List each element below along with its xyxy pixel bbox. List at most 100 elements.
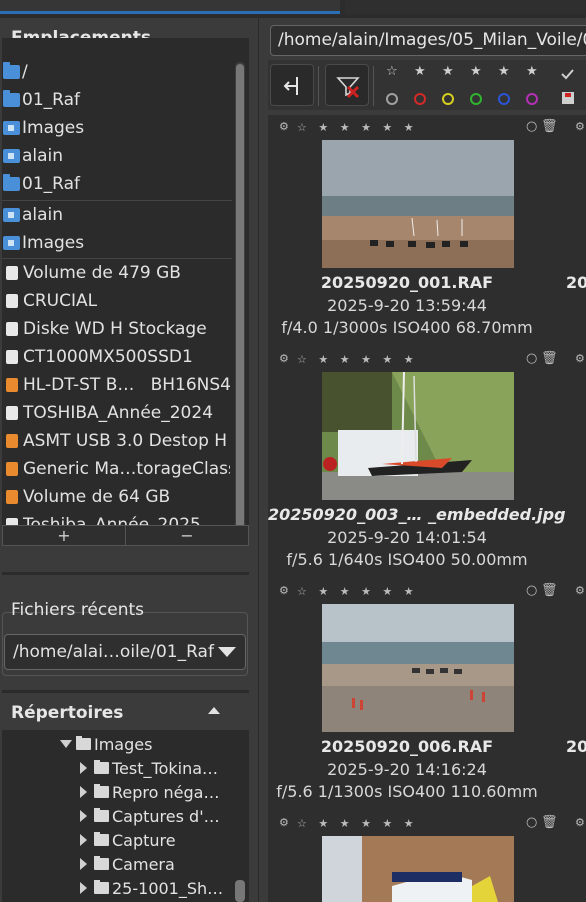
collapsed-arrow-icon[interactable] xyxy=(80,762,87,774)
place-item[interactable]: CRUCIAL xyxy=(2,287,230,315)
star-icon[interactable]: ★ xyxy=(526,64,538,79)
place-item[interactable]: Images xyxy=(2,229,230,257)
trash-icon[interactable]: 🗑 xyxy=(541,351,558,366)
place-item[interactable]: Images xyxy=(2,114,230,142)
grid-scrollbar[interactable] xyxy=(582,115,586,902)
date: 2025-9-20 13:59:44 xyxy=(327,296,487,315)
add-place-button[interactable]: + xyxy=(3,526,126,545)
reject-circle-icon[interactable]: ○ xyxy=(526,815,537,830)
collapsed-arrow-icon[interactable] xyxy=(80,786,87,798)
place-item[interactable]: Volume de 479 GB xyxy=(2,259,230,287)
rating-stars[interactable]: ☆ ★ ★ ★ ★ ★ xyxy=(297,585,418,598)
star-icon[interactable]: ★ xyxy=(498,64,510,79)
drive-icon xyxy=(6,266,18,280)
collapse-up-icon[interactable] xyxy=(208,707,220,714)
tree-item[interactable]: Captures d'… xyxy=(80,804,220,828)
gear-icon[interactable]: ⚙ xyxy=(575,584,585,597)
exif: f/5.6 1/1300s ISO400 110.60mm xyxy=(276,782,538,801)
folder-icon xyxy=(94,784,109,798)
trash-icon[interactable]: 🗑 xyxy=(541,119,558,134)
tree-item-images[interactable]: Images xyxy=(60,732,152,756)
filename: 20250920_003_… _embedded.jpg xyxy=(268,505,566,524)
drive-icon xyxy=(6,406,18,420)
scrollbar-thumb[interactable] xyxy=(236,64,244,538)
tree-item[interactable]: Repro néga… xyxy=(80,780,219,804)
drive-icon xyxy=(6,294,18,308)
folder-icon xyxy=(94,880,109,894)
place-item[interactable]: / xyxy=(2,58,230,86)
photo-thumbnail[interactable] xyxy=(322,372,514,500)
reject-circle-icon[interactable]: ○ xyxy=(526,351,537,366)
gear-icon[interactable]: ⚙ xyxy=(279,816,289,829)
gear-icon[interactable]: ⚙ xyxy=(575,120,585,133)
add-remove-bar: + − xyxy=(2,525,249,546)
place-item[interactable]: Generic Ma…torageClass xyxy=(2,455,230,483)
place-item[interactable]: ASMT USB 3.0 Destop H xyxy=(2,427,230,455)
star-icon[interactable]: ★ xyxy=(470,64,482,79)
collapsed-arrow-icon[interactable] xyxy=(80,882,87,894)
color-label-blue-icon[interactable] xyxy=(498,93,510,105)
exif: f/4.0 1/3000s ISO400 68.70mm xyxy=(281,318,533,337)
pictures-folder-icon xyxy=(3,121,20,135)
rating-stars[interactable]: ☆ ★ ★ ★ ★ ★ xyxy=(297,817,418,830)
rating-stars[interactable]: ☆ ★ ★ ★ ★ ★ xyxy=(297,353,418,366)
expanded-arrow-icon[interactable] xyxy=(60,740,72,748)
place-item[interactable]: alain xyxy=(2,142,230,170)
place-item[interactable]: Volume de 64 GB xyxy=(2,483,230,511)
place-item[interactable]: Diske WD H Stockage xyxy=(2,315,230,343)
tree-item[interactable]: Test_Tokina… xyxy=(80,756,218,780)
recent-files-dropdown[interactable]: /home/alai…oile/01_Raf xyxy=(4,634,246,670)
color-label-green-icon[interactable] xyxy=(470,93,482,105)
folder-tree-scrollbar[interactable] xyxy=(235,880,245,902)
photo-thumbnail[interactable] xyxy=(322,140,514,268)
star-icon[interactable]: ★ xyxy=(414,64,426,79)
active-tab[interactable] xyxy=(0,0,340,14)
gear-icon[interactable]: ⚙ xyxy=(575,352,585,365)
next-column-filename: 20 xyxy=(566,737,586,756)
gear-icon[interactable]: ⚙ xyxy=(279,584,289,597)
tree-item[interactable]: Camera xyxy=(80,852,175,876)
collapsed-arrow-icon[interactable] xyxy=(80,834,87,846)
place-item[interactable]: 01_Raf xyxy=(2,170,230,198)
place-item[interactable]: alain xyxy=(2,201,230,229)
gear-icon[interactable]: ⚙ xyxy=(279,352,289,365)
gear-icon[interactable]: ⚙ xyxy=(575,816,585,829)
inactive-tab[interactable] xyxy=(345,0,586,14)
reject-circle-icon[interactable]: ○ xyxy=(526,119,537,134)
usb-drive-icon xyxy=(6,462,18,476)
folder-icon xyxy=(94,808,109,822)
place-item[interactable]: TOSHIBA_Année_2024 xyxy=(2,399,230,427)
divider xyxy=(2,690,249,693)
trash-icon[interactable]: 🗑 xyxy=(541,815,558,830)
check-save-icons[interactable] xyxy=(559,66,577,106)
gear-icon[interactable]: ⚙ xyxy=(279,120,289,133)
panel-toggle-button[interactable] xyxy=(270,64,314,106)
place-item[interactable]: HL-DT-ST B… BH16NS40 xyxy=(2,371,230,399)
filename: 20250920_001.RAF xyxy=(320,273,494,292)
folders-title: Répertoires xyxy=(11,703,124,723)
place-item[interactable]: CT1000MX500SSD1 xyxy=(2,343,230,371)
place-item[interactable]: 01_Raf xyxy=(2,86,230,114)
collapsed-arrow-icon[interactable] xyxy=(80,810,87,822)
path-field[interactable]: /home/alain/Images/05_Milan_Voile/0 xyxy=(270,25,586,56)
color-label-none-icon[interactable] xyxy=(386,93,398,105)
reset-filter-button[interactable] xyxy=(325,64,369,106)
color-label-purple-icon[interactable] xyxy=(526,93,538,105)
photo-thumbnail[interactable] xyxy=(322,604,514,732)
rating-stars[interactable]: ☆ ★ ★ ★ ★ ★ xyxy=(297,121,418,134)
star-icon[interactable]: ★ xyxy=(442,64,454,79)
chevron-down-icon xyxy=(218,647,236,657)
date: 2025-9-20 14:01:54 xyxy=(327,528,487,547)
trash-icon[interactable]: 🗑 xyxy=(541,583,558,598)
color-label-red-icon[interactable] xyxy=(414,93,426,105)
tree-item[interactable]: Capture xyxy=(80,828,176,852)
remove-place-button[interactable]: − xyxy=(126,526,248,545)
tree-item[interactable]: 25-1001_Sh… xyxy=(80,876,223,900)
star-icon[interactable]: ☆ xyxy=(386,64,398,79)
color-label-yellow-icon[interactable] xyxy=(442,93,454,105)
collapsed-arrow-icon[interactable] xyxy=(80,858,87,870)
photo-thumbnail[interactable] xyxy=(322,836,514,902)
filter-reset-icon xyxy=(336,77,360,99)
places-scrollbar[interactable] xyxy=(235,62,245,539)
reject-circle-icon[interactable]: ○ xyxy=(526,583,537,598)
